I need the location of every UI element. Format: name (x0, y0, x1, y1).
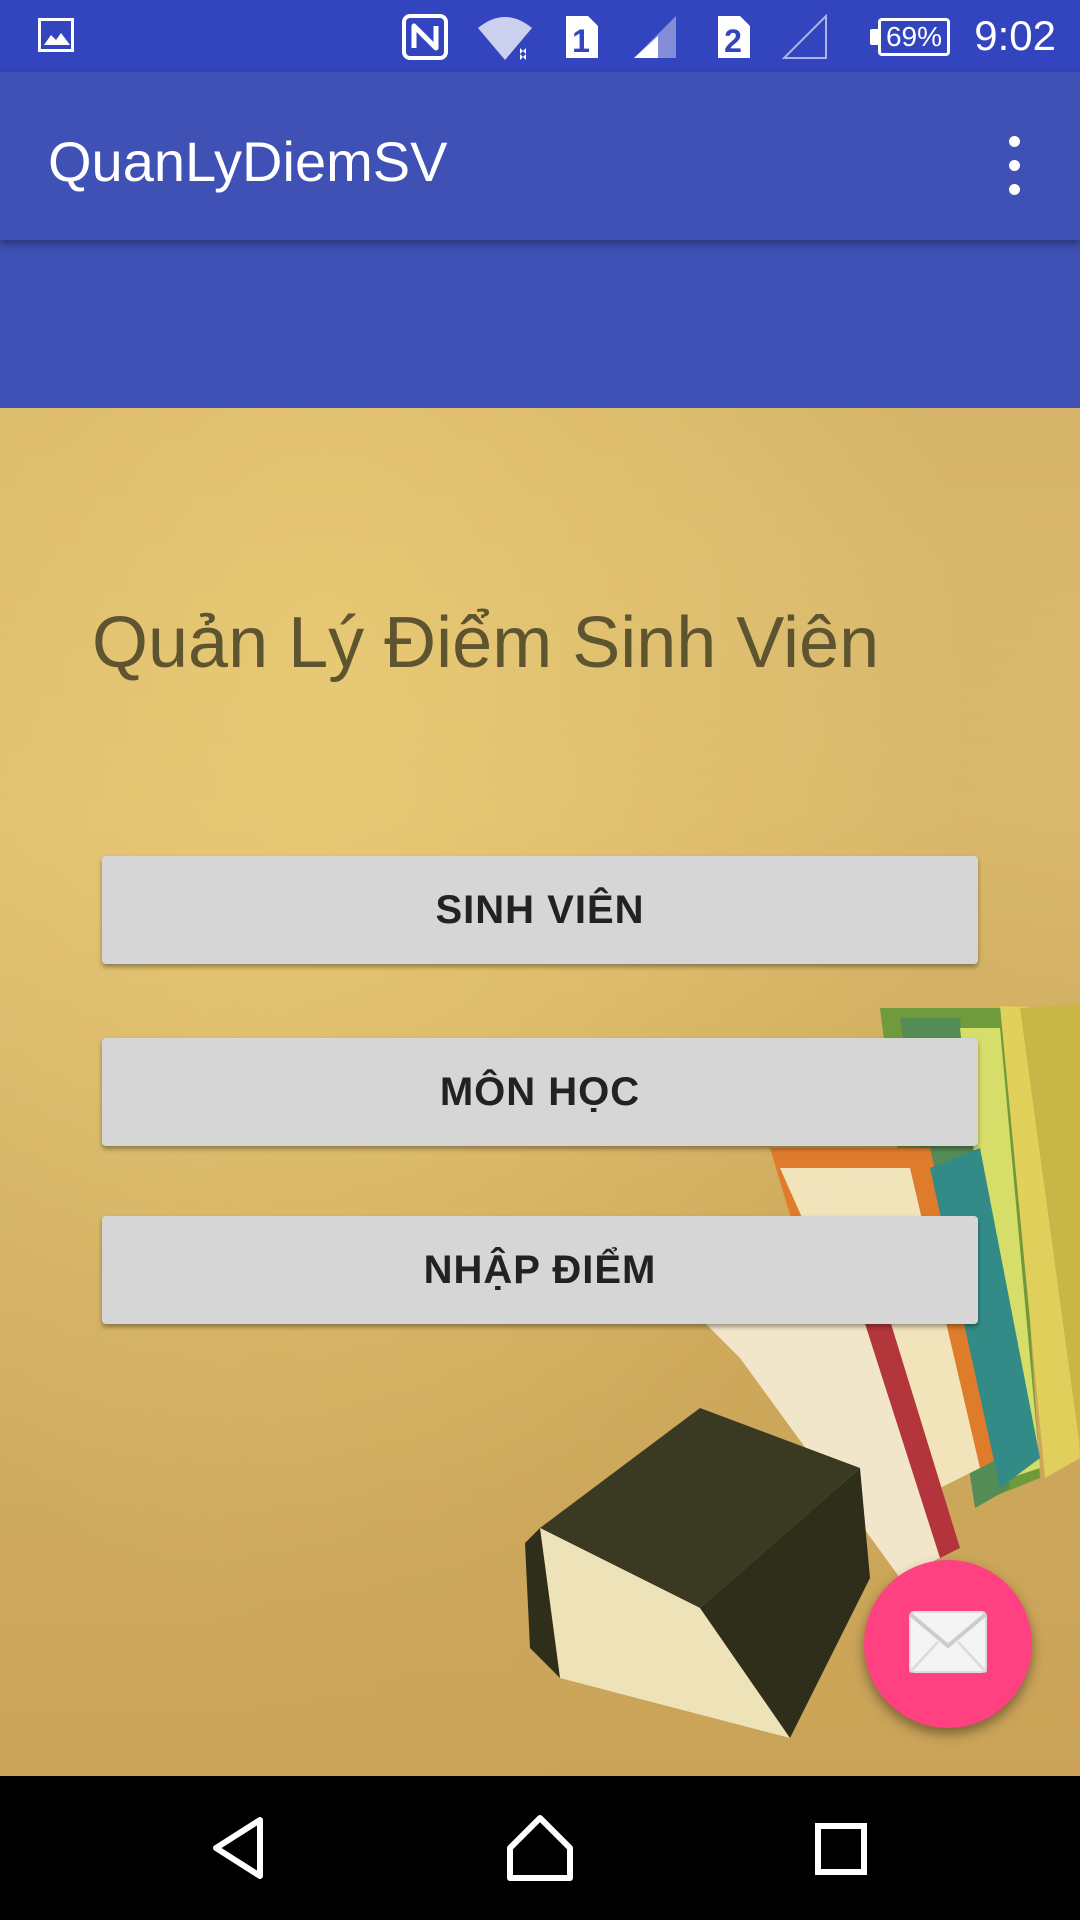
mail-fab-button[interactable] (864, 1560, 1032, 1728)
subjects-button[interactable]: MÔN HỌC (102, 1038, 978, 1146)
no-signal-icon (781, 13, 828, 65)
sim1-label: 1 (572, 23, 590, 59)
sim2-label: 2 (724, 23, 742, 59)
mail-icon (908, 1611, 988, 1674)
page-heading: Quản Lý Điểm Sinh Viên (92, 603, 880, 683)
sim1-icon: 1 (562, 14, 600, 65)
app-bar-extension (0, 240, 1080, 408)
navigation-bar (0, 1776, 1080, 1920)
back-icon[interactable] (198, 1806, 282, 1890)
gallery-icon (38, 18, 74, 52)
battery-percent: 69% (885, 21, 943, 52)
signal-icon (632, 14, 678, 65)
students-button[interactable]: SINH VIÊN (102, 856, 978, 964)
overflow-menu-icon[interactable] (990, 126, 1038, 206)
enter-scores-button[interactable]: NHẬP ĐIỂM (102, 1216, 978, 1324)
app-title: QuanLyDiemSV (48, 130, 448, 193)
clock: 9:02 (974, 12, 1056, 59)
home-icon[interactable] (498, 1806, 582, 1890)
nfc-icon (402, 14, 448, 65)
recents-icon[interactable] (798, 1806, 882, 1890)
sim2-icon: 2 (714, 14, 752, 65)
app-bar: QuanLyDiemSV (0, 72, 1080, 240)
wifi-icon (476, 14, 534, 67)
battery-icon: 69% (870, 18, 950, 56)
status-bar: 1 2 69% 9:02 (0, 0, 1080, 72)
